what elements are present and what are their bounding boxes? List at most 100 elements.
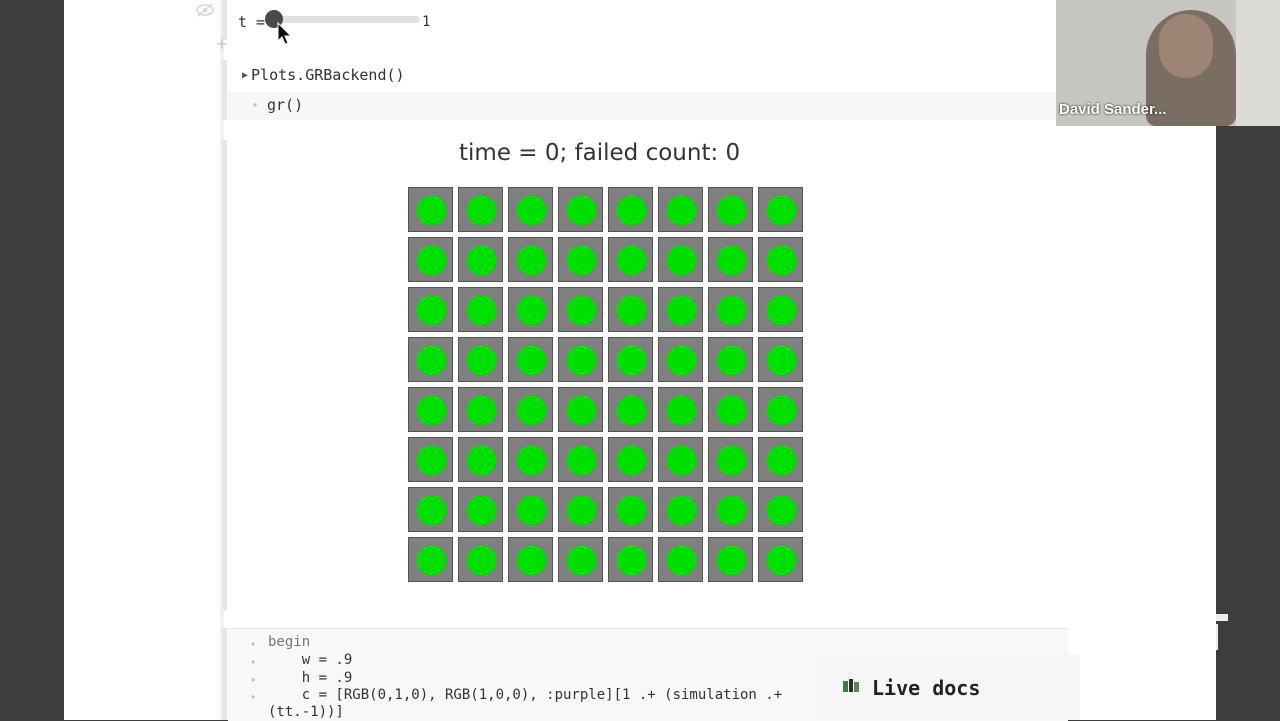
agent-circle [416, 445, 446, 475]
grid-cell [558, 387, 603, 432]
agent-circle [716, 495, 746, 525]
grid-cell [708, 187, 753, 232]
grid-cell [508, 487, 553, 532]
grid-cell [608, 387, 653, 432]
powered-by-zoom: Powered by Zoom [1083, 659, 1205, 676]
agent-circle [766, 295, 796, 325]
agent-circle [516, 395, 546, 425]
agent-circle [516, 495, 546, 525]
agent-circle [716, 345, 746, 375]
grid-cell [758, 287, 803, 332]
grid-cell [408, 487, 453, 532]
agent-circle [416, 495, 446, 525]
grid-cell [408, 237, 453, 282]
grid-cell [758, 387, 803, 432]
agent-circle [666, 545, 696, 575]
gutter-dot: • [253, 98, 258, 112]
agent-circle [766, 245, 796, 275]
agent-circle [666, 495, 696, 525]
agent-circle [516, 345, 546, 375]
agent-circle [466, 445, 496, 475]
agent-circle [716, 245, 746, 275]
grid-cell [508, 387, 553, 432]
grid-cell [608, 537, 653, 582]
agent-circle [666, 445, 696, 475]
live-docs-label[interactable]: Live docs [872, 676, 980, 700]
grid-cell [708, 337, 753, 382]
agent-circle [566, 195, 596, 225]
grid-cell [508, 187, 553, 232]
grid-cell [758, 437, 803, 482]
grid-cell [408, 537, 453, 582]
code-line: begin [268, 634, 311, 650]
code-cell-text[interactable]: gr() [267, 96, 303, 114]
agent-circle [766, 345, 796, 375]
grid-cell [458, 537, 503, 582]
agent-circle [716, 195, 746, 225]
agent-circle [716, 545, 746, 575]
backend-output-text: Plots.GRBackend() [251, 66, 405, 84]
agent-circle [616, 545, 646, 575]
grid-cell [458, 187, 503, 232]
books-icon [843, 679, 859, 692]
code-line: (tt.-1))] [268, 704, 344, 720]
cell-marker [222, 628, 227, 720]
grid-cell [758, 487, 803, 532]
agent-circle [416, 195, 446, 225]
gutter-dot: • [251, 673, 256, 687]
grid-cell [558, 187, 603, 232]
grid-cell [658, 287, 703, 332]
mit-logo-icon [1156, 614, 1228, 650]
agent-circle [416, 395, 446, 425]
code-line: h = .9 [268, 670, 353, 686]
agent-circle [716, 395, 746, 425]
agent-circle [466, 295, 496, 325]
grid-cell [408, 287, 453, 332]
agent-circle [566, 345, 596, 375]
grid-cell [708, 237, 753, 282]
grid-cell [558, 237, 603, 282]
backend-output[interactable]: ▶ Plots.GRBackend() [242, 66, 405, 84]
expand-triangle-icon[interactable]: ▶ [242, 70, 248, 81]
agent-circle [666, 245, 696, 275]
grid-cell [608, 437, 653, 482]
agent-circle [466, 345, 496, 375]
agent-circle [616, 445, 646, 475]
agent-circle [466, 245, 496, 275]
agent-circle [766, 445, 796, 475]
gutter-dot: • [251, 637, 256, 651]
agent-circle [516, 295, 546, 325]
agent-circle [616, 345, 646, 375]
agent-circle [666, 195, 696, 225]
grid-cell [708, 537, 753, 582]
agent-circle [766, 545, 796, 575]
agent-circle [516, 245, 546, 275]
grid-cell [458, 337, 503, 382]
grid-cell [658, 387, 703, 432]
cell-marker [222, 140, 227, 610]
grid-cell [408, 387, 453, 432]
cell-marker [222, 60, 227, 120]
grid-cell [608, 187, 653, 232]
grid-cell [608, 287, 653, 332]
agent-circle [766, 495, 796, 525]
agent-circle [566, 295, 596, 325]
grid-cell [558, 337, 603, 382]
grid-cell [458, 237, 503, 282]
agent-circle [516, 445, 546, 475]
add-cell-icon[interactable]: + [215, 36, 229, 52]
grid-cell [508, 287, 553, 332]
grid-cell [658, 437, 703, 482]
grid-cell [608, 237, 653, 282]
eye-hidden-icon[interactable] [195, 2, 215, 18]
agent-circle [516, 545, 546, 575]
slider-value: 1 [422, 14, 431, 30]
grid-cell [458, 287, 503, 332]
agent-circle [416, 545, 446, 575]
agent-circle [566, 495, 596, 525]
agent-circle [566, 245, 596, 275]
agent-circle [416, 245, 446, 275]
grid-cell [658, 187, 703, 232]
grid-cell [558, 437, 603, 482]
grid-cell [658, 487, 703, 532]
